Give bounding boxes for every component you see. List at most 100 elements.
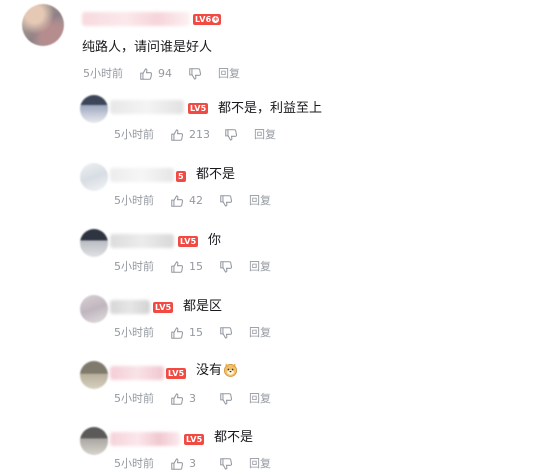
username-blurred[interactable] [110, 168, 174, 182]
reply-button[interactable]: 回复 [249, 325, 271, 341]
comment-text: 你 [208, 233, 222, 248]
avatar[interactable] [80, 361, 108, 389]
reply-item: LV5 都不是，利益至上 5小时前 213 回复 [0, 92, 550, 150]
level-badge: LV5 [153, 302, 174, 313]
level-badge: LV5 [184, 434, 205, 445]
avatar[interactable] [80, 95, 108, 123]
comment-meta: 5小时前 15 回复 [114, 259, 271, 275]
like-button[interactable]: 42 [170, 193, 205, 209]
dislike-button[interactable] [188, 67, 202, 81]
username-blurred[interactable] [110, 234, 174, 248]
level-label: LV5 [190, 104, 207, 113]
like-count: 213 [189, 128, 210, 141]
thumbs-up-icon [140, 68, 153, 80]
comment-text: 都是区 [183, 299, 223, 314]
main-comment: LV6 + 纯路人，请问谁是好人 5小时前 94 回复 [0, 0, 550, 90]
timestamp: 5小时前 [83, 67, 123, 80]
comment-text: 没有 [196, 362, 238, 380]
reply-button[interactable]: 回复 [218, 66, 240, 82]
level-badge: LV5 [188, 103, 209, 114]
like-button[interactable]: 3 [170, 391, 205, 407]
reply-button[interactable]: 回复 [254, 127, 276, 143]
comment-meta: 5小时前 213 回复 [114, 127, 276, 143]
level-badge: LV5 [166, 368, 187, 379]
timestamp: 5小时前 [114, 128, 154, 141]
username-blurred[interactable] [110, 432, 180, 446]
like-count: 3 [189, 392, 196, 405]
avatar[interactable] [80, 427, 108, 455]
level-label: LV5 [186, 435, 203, 444]
timestamp: 5小时前 [114, 194, 154, 207]
thumbs-down-icon [220, 261, 233, 273]
username-blurred[interactable] [82, 12, 190, 26]
thumbs-down-icon [189, 68, 202, 80]
thumbs-down-icon [220, 458, 233, 470]
thumbs-down-icon [220, 393, 233, 405]
comment-meta: 5小时前 15 回复 [114, 325, 271, 341]
avatar[interactable] [22, 4, 64, 46]
timestamp: 5小时前 [114, 326, 154, 339]
level-badge: 5 [176, 171, 186, 182]
thumbs-down-icon [220, 327, 233, 339]
dislike-button[interactable] [219, 326, 233, 340]
thumbs-up-icon [171, 458, 184, 470]
like-button[interactable]: 3 [170, 456, 205, 472]
reply-item: LV5 都不是 5小时前 3 回复 [0, 424, 550, 474]
comment-meta: 5小时前 3 回复 [114, 391, 271, 407]
dislike-button[interactable] [219, 392, 233, 406]
username-blurred[interactable] [110, 100, 184, 114]
timestamp: 5小时前 [114, 457, 154, 470]
level-badge: LV6 + [193, 14, 222, 25]
level-badge: LV5 [178, 236, 199, 247]
comment-meta: 5小时前 3 回复 [114, 456, 271, 472]
like-button[interactable]: 213 [170, 127, 210, 143]
timestamp: 5小时前 [114, 260, 154, 273]
doge-emoji-icon [224, 363, 237, 377]
like-button[interactable]: 15 [170, 259, 205, 275]
reply-item: 5 都不是 5小时前 42 回复 [0, 160, 550, 218]
avatar[interactable] [80, 295, 108, 323]
like-button[interactable]: 15 [170, 325, 205, 341]
username-blurred[interactable] [110, 300, 150, 314]
level-label: LV5 [168, 369, 185, 378]
dislike-button[interactable] [219, 260, 233, 274]
thumbs-up-icon [171, 327, 184, 339]
username-blurred[interactable] [110, 366, 164, 380]
dislike-button[interactable] [219, 194, 233, 208]
thumbs-up-icon [171, 393, 184, 405]
reply-item: LV5 都是区 5小时前 15 回复 [0, 292, 550, 350]
thumbs-up-icon [171, 129, 184, 141]
plus-icon: + [212, 15, 220, 23]
dislike-button[interactable] [219, 457, 233, 471]
comment-text: 都不是 [214, 430, 254, 445]
avatar[interactable] [80, 163, 108, 191]
comment-meta: 5小时前 42 回复 [114, 193, 271, 209]
reply-button[interactable]: 回复 [249, 391, 271, 407]
thumbs-up-icon [171, 261, 184, 273]
like-count: 15 [189, 326, 203, 339]
reply-button[interactable]: 回复 [249, 193, 271, 209]
comment-text: 都不是 [196, 167, 236, 182]
reply-button[interactable]: 回复 [249, 259, 271, 275]
reply-item: LV5 没有 5小时前 3 回复 [0, 358, 550, 416]
reply-button[interactable]: 回复 [249, 456, 271, 472]
level-label: 5 [178, 172, 184, 181]
thumbs-down-icon [225, 129, 238, 141]
comment-meta: 5小时前 94 回复 [83, 66, 240, 82]
level-label: LV5 [155, 303, 172, 312]
comment-text: 纯路人，请问谁是好人 [82, 40, 213, 55]
reply-item: LV5 你 5小时前 15 回复 [0, 226, 550, 284]
like-count: 3 [189, 457, 196, 470]
like-button[interactable]: 94 [139, 66, 174, 82]
dislike-button[interactable] [224, 128, 238, 142]
level-label: LV6 [195, 15, 212, 24]
thumbs-down-icon [220, 195, 233, 207]
comment-text-label: 没有 [196, 363, 223, 378]
level-label: LV5 [180, 237, 197, 246]
like-count: 94 [158, 67, 172, 80]
comment-text: 都不是，利益至上 [218, 101, 323, 116]
like-count: 42 [189, 194, 203, 207]
thumbs-up-icon [171, 195, 184, 207]
avatar[interactable] [80, 229, 108, 257]
like-count: 15 [189, 260, 203, 273]
